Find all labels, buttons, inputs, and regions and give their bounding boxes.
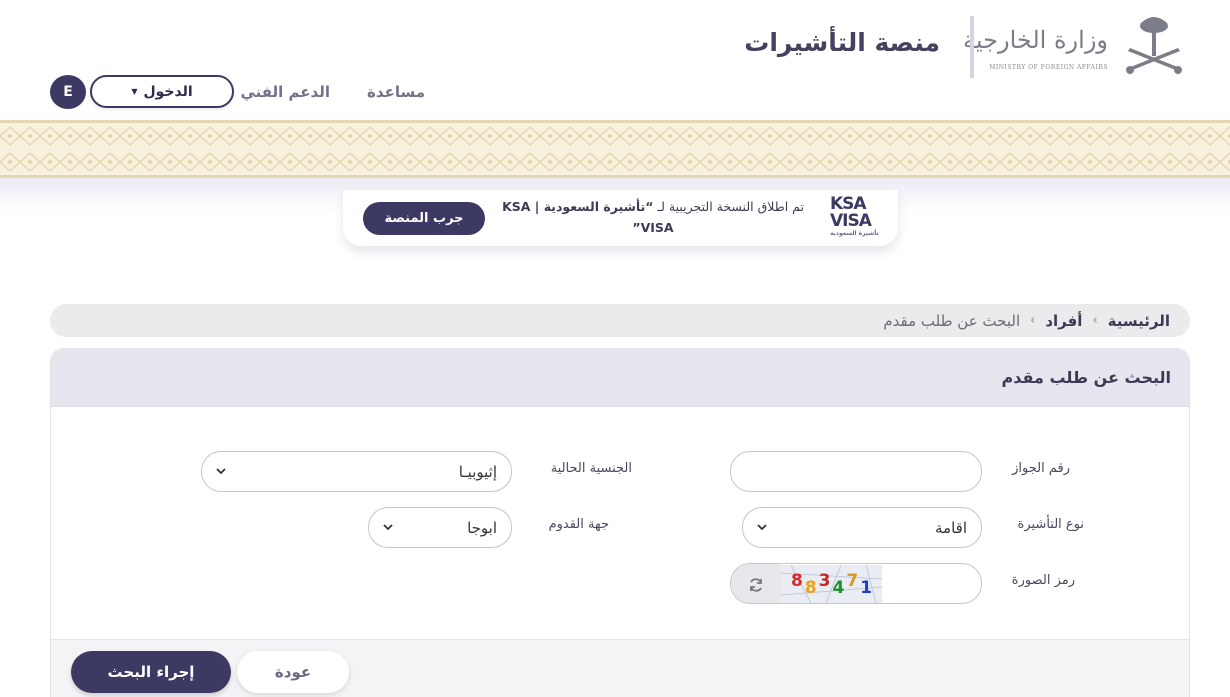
arrival-point-label: جهة القدوم <box>548 517 609 532</box>
panel-title: البحث عن طلب مقدم <box>1001 368 1171 387</box>
chevron-down-icon <box>383 524 393 531</box>
login-label: الدخول <box>143 83 193 100</box>
header-divider <box>970 16 974 78</box>
captcha-digit: 4 <box>832 578 845 598</box>
captcha-digit: 8 <box>804 578 817 598</box>
breadcrumb-home[interactable]: الرئيسية <box>1108 312 1170 330</box>
ksa-visa-notice: KSA VISA تأشيرة السعودية تم اطلاق النسخة… <box>343 190 898 246</box>
chevron-down-icon <box>757 524 767 531</box>
nav-support-link[interactable]: الدعم الفني <box>240 83 330 101</box>
breadcrumb-separator: › <box>1092 313 1098 328</box>
breadcrumb: الرئيسية › أفراد › البحث عن طلب مقدم <box>50 304 1190 337</box>
captcha-digit: 1 <box>860 578 873 598</box>
nav-help-link[interactable]: مساعدة <box>367 83 425 101</box>
captcha-field: 883471 <box>730 563 982 604</box>
captcha-image: 883471 <box>781 565 882 603</box>
language-toggle-button[interactable]: E <box>50 75 86 109</box>
captcha-input[interactable] <box>882 564 981 603</box>
ministry-name-en: MINISTRY OF FOREIGN AFFAIRS <box>989 64 1108 71</box>
panel-header: البحث عن طلب مقدم <box>51 349 1189 407</box>
captcha-digit: 8 <box>790 571 803 591</box>
login-dropdown-button[interactable]: الدخول ▼ <box>90 75 234 108</box>
refresh-icon <box>750 577 762 592</box>
search-panel: البحث عن طلب مقدم رقم الجواز الجنسية الح… <box>50 348 1190 697</box>
captcha-digit: 7 <box>846 571 859 591</box>
caret-down-icon: ▼ <box>131 87 138 96</box>
ksa-logo-line2: VISA <box>830 211 872 231</box>
arrival-point-selected-value: ابوجا <box>467 518 497 537</box>
saudi-emblem-icon <box>1126 17 1182 74</box>
back-button[interactable]: عودة <box>237 651 349 693</box>
pattern-graphic <box>0 123 1230 175</box>
nationality-label: الجنسية الحالية <box>550 461 632 476</box>
visa-type-label: نوع التأشيرة <box>1017 517 1084 532</box>
ministry-logo[interactable]: وزارة الخارجية MINISTRY OF FOREIGN AFFAI… <box>963 12 1190 82</box>
nationality-select[interactable]: إثيوبيـا <box>201 451 512 492</box>
chevron-down-icon <box>216 468 226 475</box>
arrival-point-select[interactable]: ابوجا <box>368 507 512 548</box>
passport-label: رقم الجواز <box>1012 461 1070 476</box>
visa-platform-page: وزارة الخارجية MINISTRY OF FOREIGN AFFAI… <box>0 0 1230 697</box>
panel-footer: إجراء البحث عودة <box>51 639 1189 697</box>
notice-text: تم اطلاق النسخة التجريبية لـ “تأشيرة الس… <box>493 196 813 238</box>
visa-type-selected-value: اقامة <box>935 518 967 537</box>
try-platform-button[interactable]: جرب المنصة <box>363 202 485 235</box>
notice-text-prefix: تم اطلاق النسخة التجريبية لـ <box>653 199 804 214</box>
breadcrumb-separator: › <box>1030 313 1036 328</box>
notice-text-bold: “تأشيرة السعودية | KSA VISA” <box>502 199 674 235</box>
captcha-label: رمز الصورة <box>1011 573 1075 588</box>
visa-type-select[interactable]: اقامة <box>742 507 982 548</box>
breadcrumb-individuals[interactable]: أفراد <box>1045 312 1082 330</box>
ksa-visa-logo: KSA VISA تأشيرة السعودية <box>830 196 880 242</box>
captcha-digit: 3 <box>818 571 831 591</box>
nationality-selected-value: إثيوبيـا <box>458 462 497 481</box>
passport-number-input[interactable] <box>730 451 982 492</box>
ksa-logo-sub: تأشيرة السعودية <box>830 230 879 237</box>
captcha-refresh-button[interactable] <box>731 564 781 603</box>
decorative-band <box>0 120 1230 178</box>
breadcrumb-current: البحث عن طلب مقدم <box>883 311 1021 330</box>
search-button[interactable]: إجراء البحث <box>71 651 231 693</box>
platform-title: منصة التأشيرات <box>744 28 940 57</box>
ministry-name-ar: وزارة الخارجية <box>963 26 1108 54</box>
